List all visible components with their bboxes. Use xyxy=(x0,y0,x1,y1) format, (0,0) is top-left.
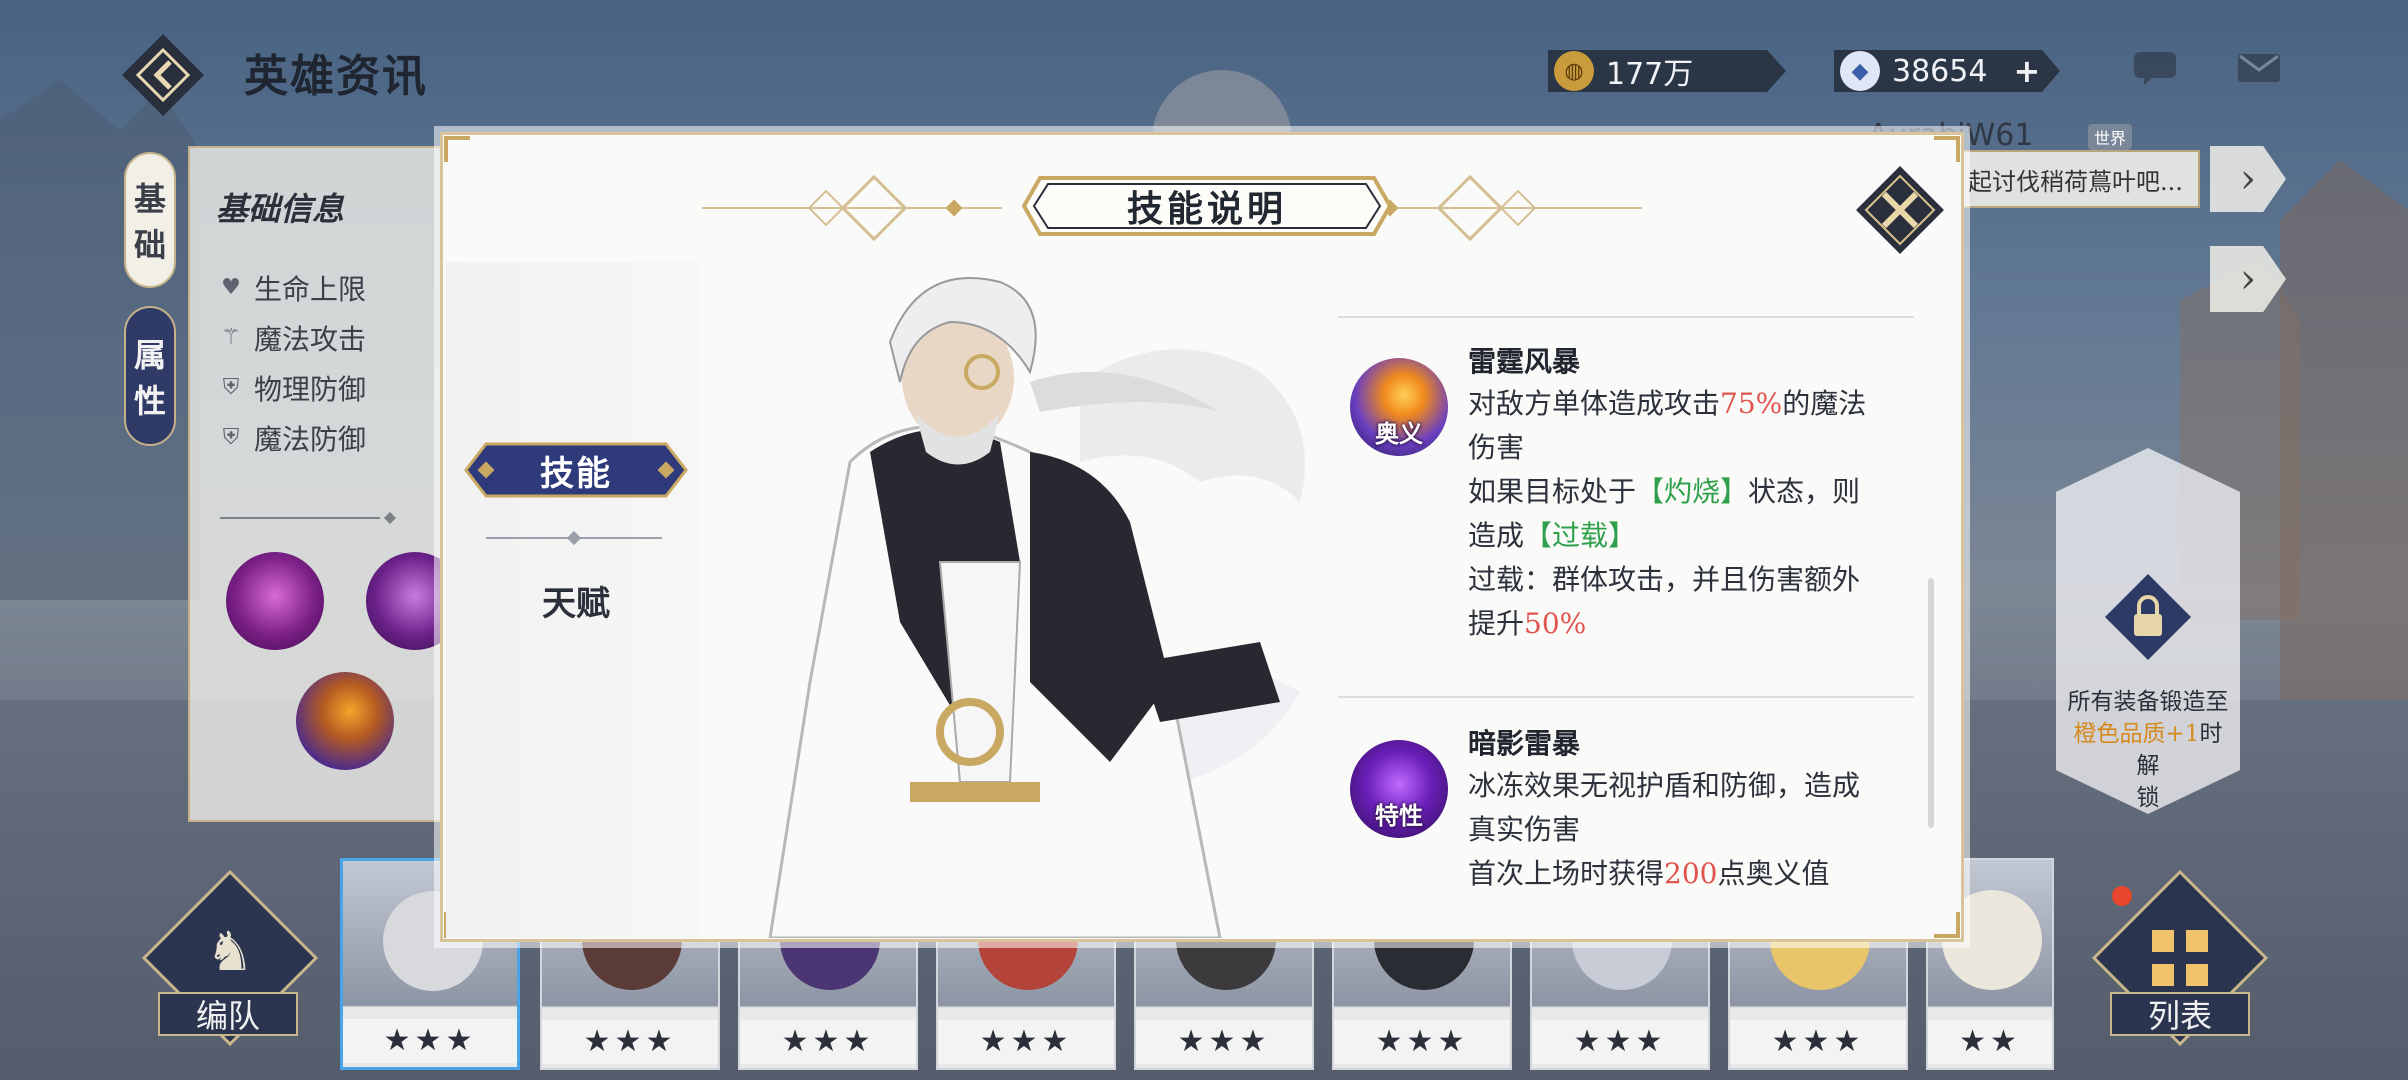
status-burn: 【灼烧】 xyxy=(1636,475,1749,508)
stat-magic-attack: ⚚ 魔法攻击 xyxy=(218,318,366,358)
skill-desc-text: 点奥义值 xyxy=(1717,857,1830,890)
skill-desc-line: 提升50% xyxy=(1468,602,1898,646)
skill-desc-text: 的魔法 xyxy=(1782,387,1867,420)
stat-physical-defense-label: 物理防御 xyxy=(254,373,367,406)
skill-desc-line: 造成【过载】 xyxy=(1468,514,1898,558)
trait-skill-tag: 特性 xyxy=(1375,801,1423,830)
add-gem-button[interactable]: + xyxy=(2013,52,2040,90)
gem-amount: 38654 xyxy=(1892,53,1988,89)
hero-stars: ★★★ xyxy=(740,1020,916,1064)
tab-basic-info[interactable]: 基 础 xyxy=(124,152,176,288)
skill-separator-top xyxy=(1338,316,1914,318)
skill-list-scrollbar[interactable] xyxy=(1928,578,1934,828)
list-label[interactable]: 列表 xyxy=(2110,992,2250,1036)
skill-orb-ultimate[interactable] xyxy=(296,672,394,770)
skill-desc-line: 首次上场时获得200点奥义值 xyxy=(1468,852,1898,896)
magic-shield-icon: ⛨ xyxy=(222,425,240,450)
hero-stars: ★★★ xyxy=(1730,1020,1906,1064)
skill-desc-percent: 50% xyxy=(1524,607,1587,640)
ultimate-skill-tag: 奥义 xyxy=(1375,419,1423,448)
skill-name-thunderstorm: 雷霆风暴 xyxy=(1468,345,1581,378)
close-icon[interactable] xyxy=(1852,162,1948,258)
modal-corner-br xyxy=(1934,912,1960,938)
lock-text-highlight: 橙色品质+1 xyxy=(2073,721,2200,747)
hero-stars: ★★★ xyxy=(938,1020,1114,1064)
skill-desc-line: 如果目标处于【灼烧】状态，则 xyxy=(1468,470,1898,514)
hero-stars: ★★ xyxy=(1928,1020,2052,1064)
gem-icon: ◆ xyxy=(1840,51,1880,91)
skill-desc-line: 过载：群体攻击，并且伤害额外 xyxy=(1468,563,1861,596)
status-overload: 【过载】 xyxy=(1524,519,1637,552)
back-button[interactable] xyxy=(120,32,206,118)
lock-text-line-3: 锁 xyxy=(2136,785,2160,811)
skill-separator xyxy=(1338,696,1914,698)
notification-dot xyxy=(2112,886,2132,906)
stat-hp: ♥ 生命上限 xyxy=(218,268,366,308)
skill-desc-text: 首次上场时获得 xyxy=(1468,857,1665,890)
gem-counter: ◆ 38654 + xyxy=(1834,50,2060,92)
tab-attr-char-2: 性 xyxy=(133,382,166,420)
skill-desc-text: 如果目标处于 xyxy=(1468,475,1637,508)
wand-icon: ⚚ xyxy=(221,325,241,350)
tab-divider xyxy=(486,530,662,546)
world-tag: 世界 xyxy=(2088,124,2133,150)
hero-stars: ★★★ xyxy=(1334,1020,1510,1064)
skill-desc-line: 冰冻效果无视护盾和防御，造成 xyxy=(1468,769,1861,802)
chat-icon[interactable] xyxy=(2132,50,2178,86)
skill-orb-1[interactable] xyxy=(226,552,324,650)
skill-desc-percent: 75% xyxy=(1720,387,1783,420)
world-chat-preview[interactable]: 起讨伐稍荷蔦叶吧... xyxy=(1950,150,2200,208)
skill-desc-line: 对敌方单体造成攻击75%的魔法 xyxy=(1468,382,1898,426)
stat-hp-label: 生命上限 xyxy=(254,273,367,306)
modal-title: 技能说明 xyxy=(1126,188,1287,230)
page-title: 英雄资讯 xyxy=(244,51,428,102)
tab-attr-char-1: 属 xyxy=(133,336,166,374)
team-label[interactable]: 编队 xyxy=(158,992,298,1036)
hero-stars: ★★★ xyxy=(542,1020,718,1064)
mail-icon[interactable] xyxy=(2236,50,2282,86)
tab-talent[interactable]: 天赋 xyxy=(462,570,690,630)
tab-basic-char-2: 础 xyxy=(133,226,166,264)
skill-name-shadow-thunder: 暗影雷暴 xyxy=(1468,727,1581,760)
tab-basic-char-1: 基 xyxy=(133,180,166,218)
stat-physical-defense: ⛨ 物理防御 xyxy=(218,368,366,408)
skill-desc-number: 200 xyxy=(1664,857,1718,890)
tab-skill[interactable]: 技能 xyxy=(462,440,690,500)
tab-attributes[interactable]: 属 性 xyxy=(124,306,176,446)
gold-coin-icon: ◍ xyxy=(1554,51,1594,91)
stat-magic-attack-label: 魔法攻击 xyxy=(254,323,367,356)
skill-desc-text: 对敌方单体造成攻击 xyxy=(1468,387,1721,420)
lock-requirement-text: 所有装备锻造至 橙色品质+1时解 锁 xyxy=(2064,686,2232,814)
stat-magic-defense-label: 魔法防御 xyxy=(254,423,367,456)
skill-desc-text: 提升 xyxy=(1468,607,1525,640)
hero-stars: ★★★ xyxy=(1532,1020,1708,1064)
stat-magic-defense: ⛨ 魔法防御 xyxy=(218,418,366,458)
gold-counter: ◍ 177万 xyxy=(1548,50,1786,92)
skill-desc-text: 状态，则 xyxy=(1748,475,1861,508)
lock-text-line-2: 橙色品质+1时解 xyxy=(2064,718,2232,782)
hero-illustration xyxy=(768,277,1305,938)
shield-icon: ⛨ xyxy=(222,375,240,400)
svg-text:♞: ♞ xyxy=(206,920,254,983)
gold-amount: 177万 xyxy=(1606,57,1694,92)
skill-desc-line: 真实伤害 xyxy=(1468,813,1581,846)
hero-stars: ★★★ xyxy=(343,1019,517,1063)
hero-stars: ★★★ xyxy=(1136,1020,1312,1064)
heart-icon: ♥ xyxy=(221,275,241,300)
lock-text-line-1: 所有装备锻造至 xyxy=(2067,689,2229,715)
basic-info-title: 基础信息 xyxy=(216,190,345,228)
modal-corner-tr xyxy=(1934,136,1960,162)
skill-desc-line: 伤害 xyxy=(1468,431,1525,464)
skill-desc-text: 造成 xyxy=(1468,519,1525,552)
modal-corner-tl xyxy=(444,136,470,162)
